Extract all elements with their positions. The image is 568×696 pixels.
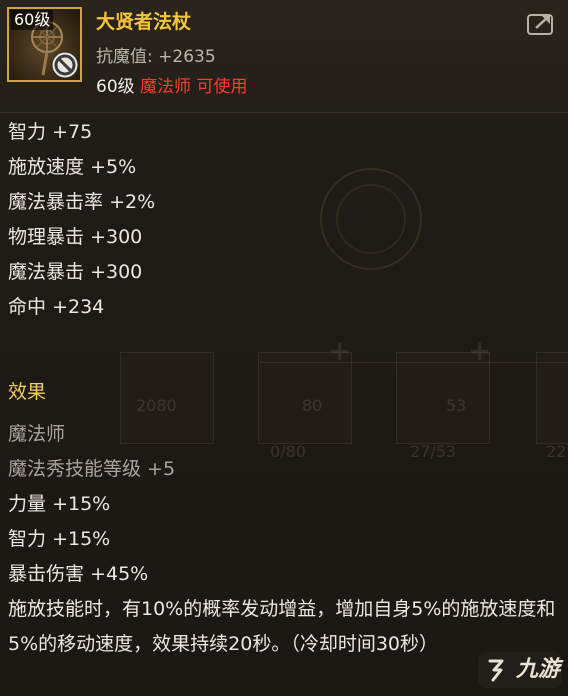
- effect-line: 力量 +15%: [8, 493, 111, 515]
- item-tooltip: + + 2080 80 53 0/80 27/53 22 60级 大贤者法杖 抗…: [0, 0, 568, 696]
- effect-skill-line: 魔法秀技能等级 +5: [8, 458, 176, 480]
- resist-value-line: 抗魔值: +2635: [96, 46, 216, 68]
- background-slot-sub: 22: [546, 442, 567, 461]
- share-icon[interactable]: [526, 10, 556, 36]
- resist-value: +2635: [158, 47, 216, 67]
- effect-line: 暴击伤害 +45%: [8, 563, 149, 585]
- stat-line: 智力 +75: [8, 121, 93, 143]
- effect-description: 施放技能时，有10%的概率发动增益，增加自身5%的施放速度和5%的移动速度，效果…: [8, 598, 556, 655]
- effect-class-line: 魔法师: [8, 423, 66, 445]
- watermark-text: 九游: [516, 657, 561, 682]
- background-emblem: [320, 168, 422, 270]
- required-class: 魔法师: [140, 77, 192, 97]
- jiuyou-logo-icon: [488, 659, 504, 682]
- requirement-line: 60级 魔法师 可使用: [96, 76, 247, 98]
- requirement-suffix: 可使用: [196, 77, 248, 97]
- background-slot-value: 80: [302, 396, 323, 415]
- stat-line: 魔法暴击率 +2%: [8, 191, 156, 213]
- stat-line: 物理暴击 +300: [8, 226, 143, 248]
- effect-line: 智力 +15%: [8, 528, 111, 550]
- background-slot-value: 53: [446, 396, 467, 415]
- stat-line: 命中 +234: [8, 296, 105, 318]
- effects-section-title: 效果: [8, 381, 47, 403]
- background-slot-value: 2080: [136, 396, 177, 415]
- stat-line: 施放速度 +5%: [8, 156, 137, 178]
- background-plus-icon: +: [328, 334, 352, 367]
- item-name: 大贤者法杖: [96, 11, 192, 33]
- background-slot-sub: 0/80: [270, 442, 306, 461]
- resist-label: 抗魔值:: [96, 47, 153, 67]
- background-slot-sub: 27/53: [410, 442, 457, 461]
- background-plus-icon: +: [468, 334, 492, 367]
- item-header: 60级 大贤者法杖 抗魔值: +2635 60级 魔法师 可使用: [0, 0, 568, 113]
- background-slot: [536, 352, 568, 444]
- stat-line: 魔法暴击 +300: [8, 261, 143, 283]
- item-icon-slot[interactable]: 60级: [7, 7, 82, 82]
- forbidden-icon: [51, 51, 79, 79]
- required-level: 60级: [96, 77, 135, 97]
- watermark: 九游: [478, 652, 562, 688]
- item-level-tag: 60级: [11, 10, 54, 30]
